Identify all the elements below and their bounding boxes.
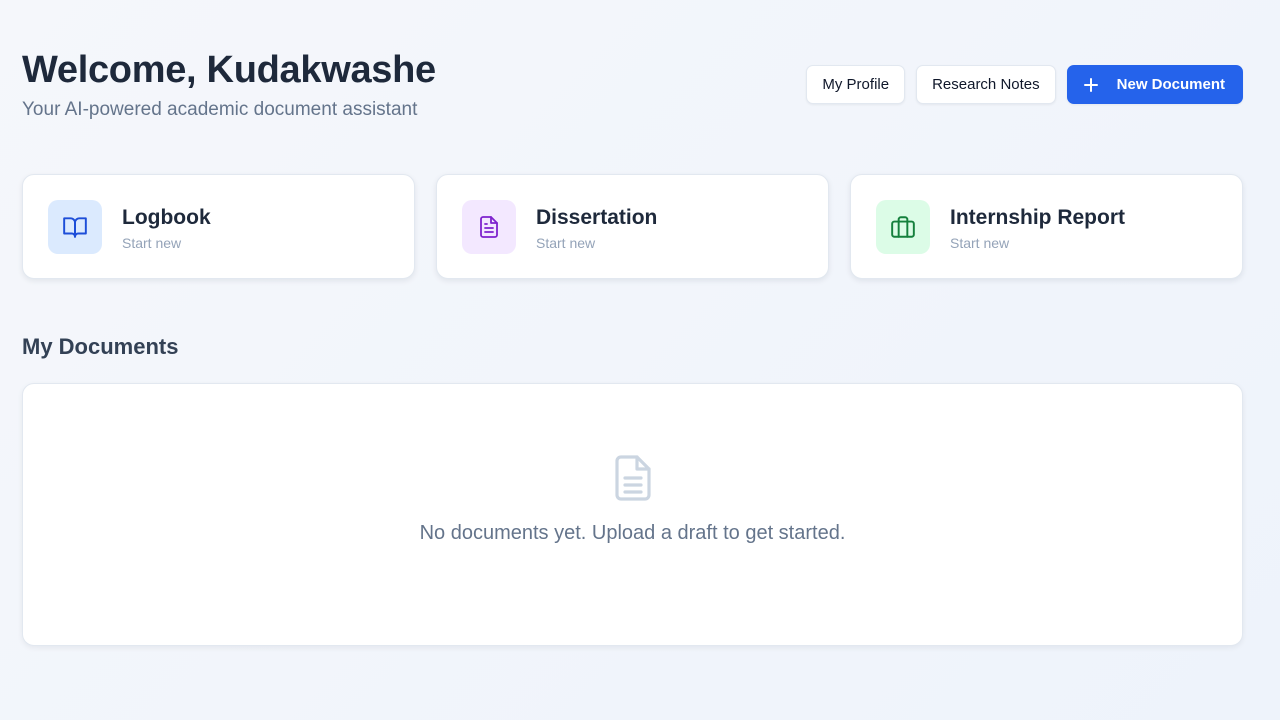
briefcase-icon	[876, 200, 930, 254]
my-profile-button[interactable]: My Profile	[806, 65, 906, 104]
card-subtitle: Start new	[122, 235, 182, 251]
document-type-cards: Logbook Start new Dissertation Start new	[22, 174, 1243, 280]
my-documents-heading: My Documents	[22, 334, 179, 359]
book-open-icon	[48, 200, 102, 254]
file-text-icon	[462, 200, 516, 254]
plus-icon	[1083, 77, 1098, 92]
card-title: Internship Report	[950, 206, 1126, 229]
logbook-card[interactable]: Logbook Start new	[22, 174, 415, 279]
file-icon	[613, 454, 653, 502]
dissertation-card[interactable]: Dissertation Start new	[436, 174, 829, 279]
page-title: Welcome, Kudakwashe	[22, 49, 436, 91]
new-document-label: New Document	[1116, 76, 1225, 93]
research-notes-button[interactable]: Research Notes	[916, 65, 1056, 104]
empty-state-message: No documents yet. Upload a draft to get …	[419, 522, 846, 544]
header: Welcome, Kudakwashe Your AI-powered acad…	[22, 48, 1243, 128]
card-title: Dissertation	[536, 206, 658, 229]
header-actions: My Profile Research Notes New Document	[806, 65, 1243, 104]
page-subtitle: Your AI-powered academic document assist…	[22, 99, 418, 120]
internship-report-card[interactable]: Internship Report Start new	[850, 174, 1243, 279]
documents-panel: No documents yet. Upload a draft to get …	[22, 383, 1243, 646]
card-title: Logbook	[122, 206, 211, 229]
card-subtitle: Start new	[536, 235, 596, 251]
card-subtitle: Start new	[950, 235, 1010, 251]
new-document-button[interactable]: New Document	[1066, 65, 1243, 104]
dashboard-page: Welcome, Kudakwashe Your AI-powered acad…	[22, 0, 1243, 720]
